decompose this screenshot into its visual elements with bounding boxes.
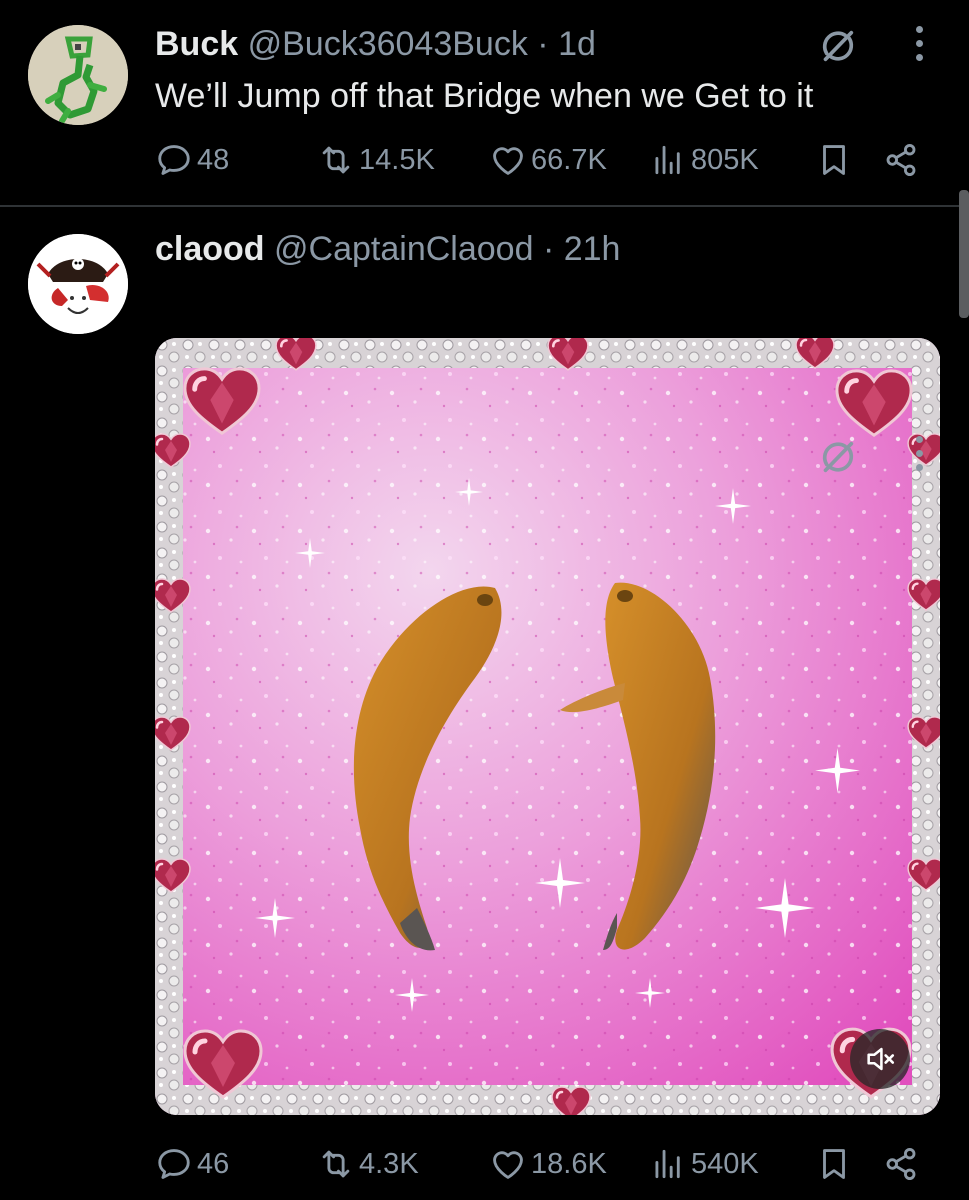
repost-button[interactable]: 4.3K	[317, 1142, 419, 1186]
tweet-actions: 46 4.3K 18.6K 540K	[155, 1142, 935, 1186]
repost-count: 4.3K	[359, 1147, 419, 1180]
repost-icon	[317, 141, 355, 179]
tweet-header: claood @CaptainClaood · 21h	[155, 229, 620, 269]
share-icon	[882, 1145, 920, 1183]
avatar-buck[interactable]	[28, 25, 128, 125]
bookmark-button[interactable]	[815, 138, 857, 182]
grok-slash-icon[interactable]	[818, 437, 858, 477]
reply-button[interactable]: 48	[155, 138, 229, 182]
like-button[interactable]: 66.7K	[489, 138, 607, 182]
views-bar-chart-icon	[649, 1145, 687, 1183]
heart-icon	[489, 141, 527, 179]
tweet-actions: 48 14.5K 66.7K 805K	[155, 138, 935, 182]
user-handle[interactable]: @CaptainClaood	[274, 230, 533, 268]
display-name[interactable]: Buck	[155, 25, 238, 63]
views-bar-chart-icon	[649, 141, 687, 179]
separator-dot: ·	[537, 25, 549, 63]
share-button[interactable]	[882, 138, 924, 182]
repost-count: 14.5K	[359, 143, 435, 176]
avatar-claood[interactable]	[28, 234, 128, 334]
more-options-icon[interactable]	[913, 436, 927, 478]
reply-button[interactable]: 46	[155, 1142, 229, 1186]
reply-icon	[155, 141, 193, 179]
tweet-text: We’ll Jump off that Bridge when we Get t…	[155, 77, 814, 115]
reply-count: 46	[197, 1147, 230, 1180]
views-button[interactable]: 805K	[649, 138, 759, 182]
grok-slash-icon[interactable]	[818, 26, 858, 66]
like-count: 18.6K	[531, 1147, 607, 1180]
reply-count: 48	[197, 143, 230, 176]
repost-icon	[317, 1145, 355, 1183]
like-count: 66.7K	[531, 143, 607, 176]
view-count: 805K	[691, 143, 759, 176]
share-icon	[882, 141, 920, 179]
bookmark-icon	[815, 141, 853, 179]
timestamp[interactable]: 1d	[558, 25, 596, 63]
green-crayon-drawing-icon	[28, 25, 128, 125]
view-count: 540K	[691, 1147, 759, 1180]
repost-button[interactable]: 14.5K	[317, 138, 435, 182]
bookmark-button[interactable]	[815, 1142, 857, 1186]
reply-icon	[155, 1145, 193, 1183]
user-handle[interactable]: @Buck36043Buck	[248, 25, 528, 63]
heart-icon	[489, 1145, 527, 1183]
bookmark-icon	[815, 1145, 853, 1183]
separator-dot: ·	[542, 230, 555, 268]
more-options-icon[interactable]	[913, 26, 927, 68]
views-button[interactable]: 540K	[649, 1142, 759, 1186]
tweet-claood[interactable]: claood @CaptainClaood · 21h 46 4.3K 18.6…	[0, 207, 969, 1200]
mute-button[interactable]	[850, 1029, 910, 1089]
share-button[interactable]	[882, 1142, 924, 1186]
timestamp[interactable]: 21h	[564, 230, 621, 268]
speaker-muted-icon	[867, 1047, 895, 1071]
tweet-header: Buck @Buck36043Buck · 1d	[155, 24, 596, 64]
like-button[interactable]: 18.6K	[489, 1142, 607, 1186]
pirate-skull-claw-icon	[28, 234, 128, 334]
display-name[interactable]: claood	[155, 230, 265, 268]
tweet-buck[interactable]: Buck @Buck36043Buck · 1d We’ll Jump off …	[0, 0, 969, 205]
